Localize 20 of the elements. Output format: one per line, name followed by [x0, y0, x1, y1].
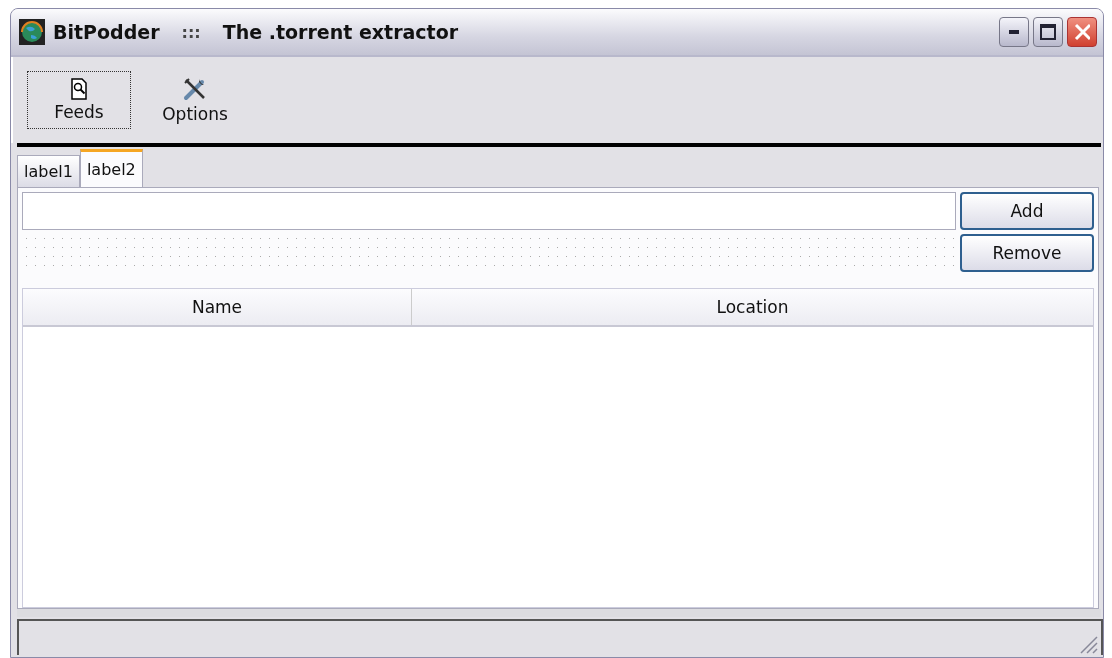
toolbar-button[interactable]: Feeds: [27, 71, 131, 129]
remove-button[interactable]: Remove: [960, 234, 1094, 272]
tab[interactable]: label1: [17, 155, 80, 187]
window-subtitle: The .torrent extractor: [222, 21, 459, 43]
toolbar-button[interactable]: Options: [143, 71, 247, 129]
add-button[interactable]: Add: [960, 192, 1094, 230]
input-field[interactable]: [22, 192, 956, 230]
window-title: BitPodder: [53, 21, 160, 43]
title-separator: :::: [181, 22, 201, 42]
document-search-icon: [70, 78, 88, 100]
tab[interactable]: label2: [79, 149, 143, 187]
maximize-icon: [1040, 24, 1056, 40]
column-header[interactable]: Location: [412, 289, 1093, 325]
globe-icon: [19, 19, 45, 45]
close-button[interactable]: [1067, 17, 1097, 47]
close-icon: [1074, 23, 1090, 41]
minimize-icon: [1009, 30, 1019, 34]
column-header[interactable]: Name: [23, 289, 412, 325]
maximize-button[interactable]: [1033, 17, 1063, 47]
minimize-button[interactable]: [999, 17, 1029, 47]
